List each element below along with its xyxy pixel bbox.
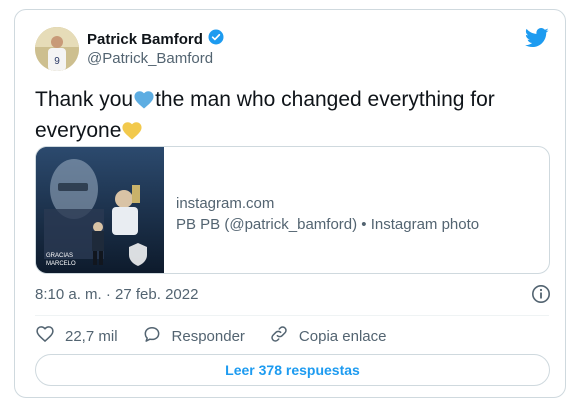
avatar-jersey-number: 9	[54, 56, 60, 67]
link-preview-card[interactable]: GRACIAS MARCELO instagram.com PB PB (@pa…	[35, 146, 550, 274]
copy-link-button[interactable]: Copia enlace	[269, 324, 387, 348]
link-title: PB PB (@patrick_bamford) • Instagram pho…	[176, 216, 480, 233]
tweet-timestamp[interactable]: 8:10 a. m. · 27 feb. 2022	[35, 286, 198, 303]
yellow-heart-icon	[121, 120, 143, 148]
tweet-text: Thank you the man who changed everything …	[35, 86, 545, 148]
verified-badge-icon	[207, 28, 225, 50]
author-name[interactable]: Patrick Bamford	[87, 31, 203, 48]
read-replies-button[interactable]: Leer 378 respuestas	[35, 354, 550, 386]
author-handle[interactable]: @Patrick_Bamford	[87, 50, 213, 67]
link-preview-info[interactable]: instagram.com PB PB (@patrick_bamford) •…	[164, 147, 479, 273]
image-caption-line2: MARCELO	[46, 261, 76, 267]
action-bar: 22,7 mil Responder Copia enlace	[35, 324, 410, 348]
avatar[interactable]: 9	[35, 27, 79, 71]
blue-heart-icon	[133, 89, 155, 117]
link-preview-image[interactable]: GRACIAS MARCELO	[36, 147, 164, 273]
heart-outline-icon	[35, 324, 55, 348]
like-button[interactable]: 22,7 mil	[35, 324, 118, 348]
reply-label: Responder	[171, 327, 245, 345]
tweet-text-part1: Thank you	[35, 88, 134, 111]
reply-bubble-icon	[142, 324, 162, 348]
reply-button[interactable]: Responder	[142, 324, 245, 348]
like-count: 22,7 mil	[65, 327, 118, 345]
link-icon	[269, 324, 289, 348]
author-name-row[interactable]: Patrick Bamford	[87, 28, 225, 50]
twitter-bird-icon[interactable]	[524, 28, 549, 48]
divider	[35, 315, 549, 316]
info-icon[interactable]	[531, 284, 551, 304]
image-caption-line1: GRACIAS	[46, 253, 73, 259]
tweet-card: 9 Patrick Bamford @Patrick_Bamford Thank…	[14, 9, 566, 398]
copy-link-label: Copia enlace	[298, 327, 387, 345]
link-domain: instagram.com	[176, 195, 275, 212]
